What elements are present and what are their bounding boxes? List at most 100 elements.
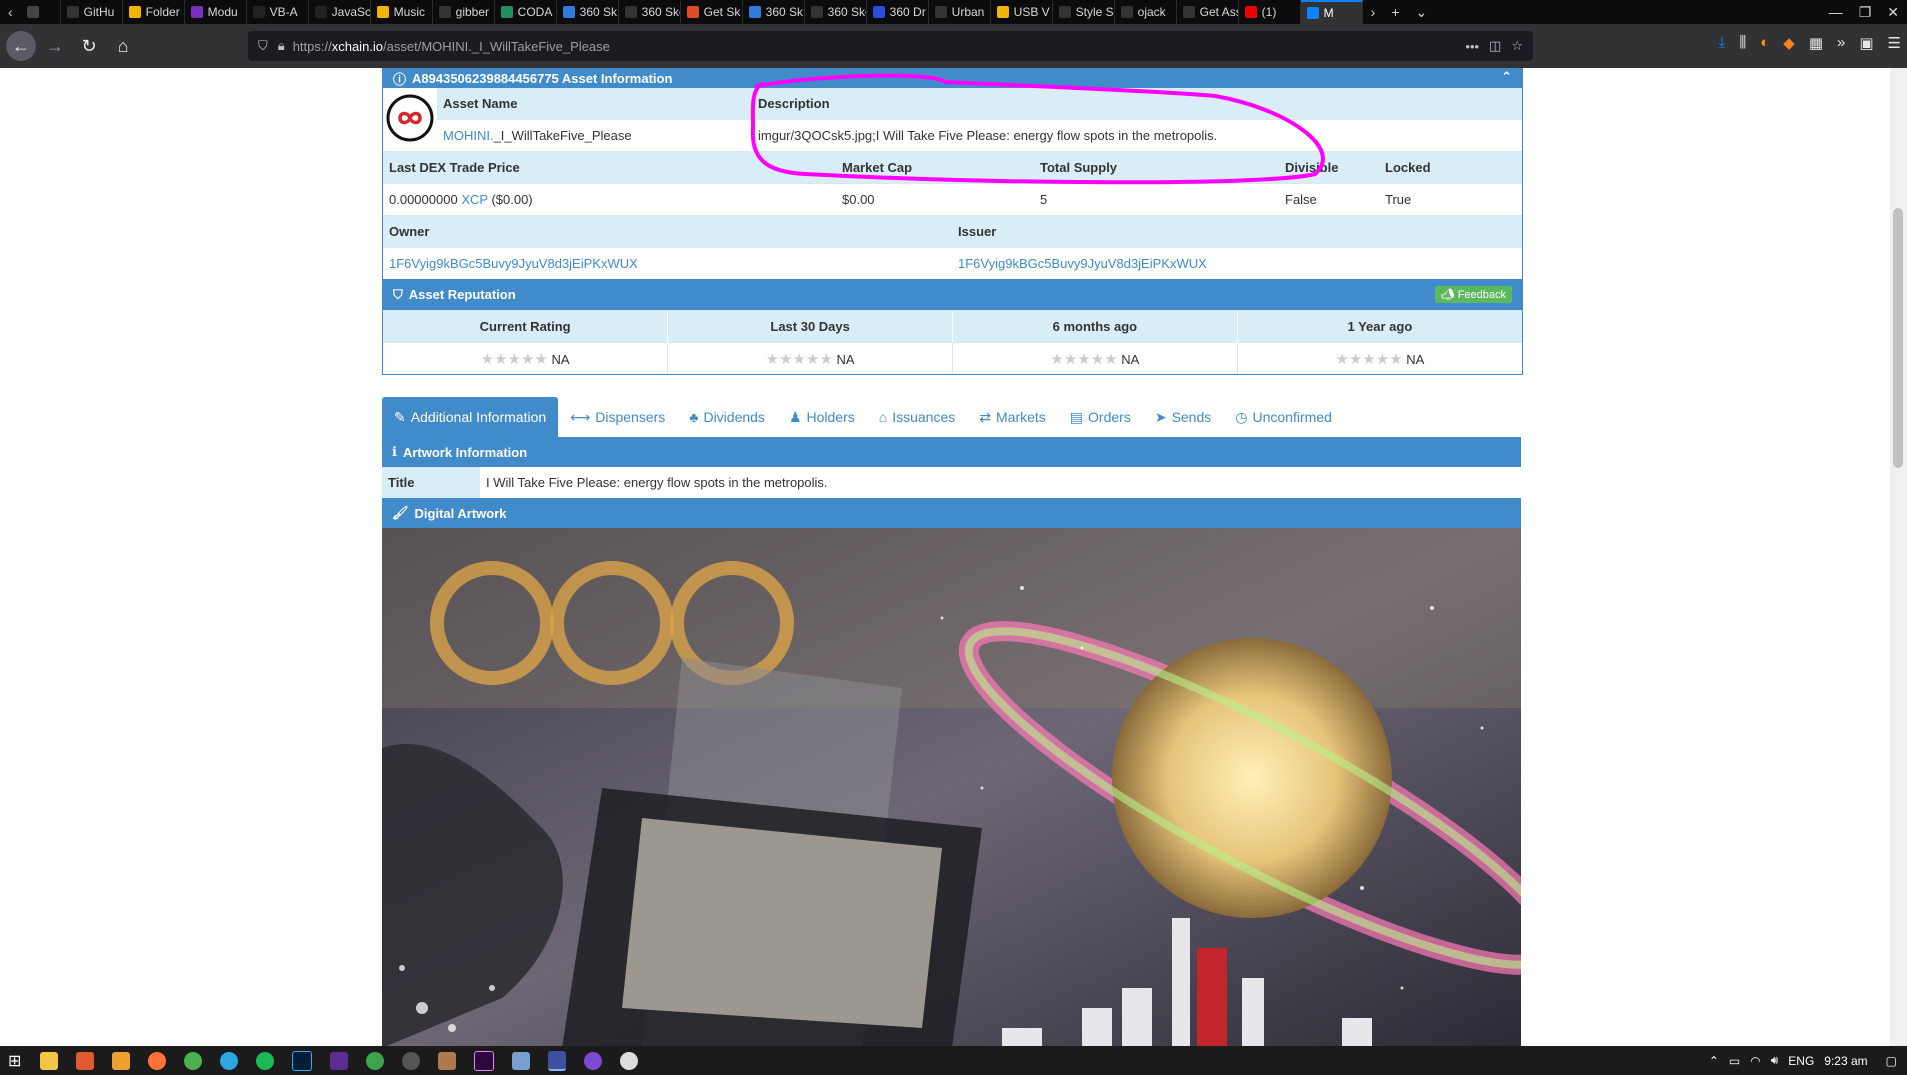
tab-label: (1)	[1261, 5, 1277, 19]
browser-tab[interactable]: 360 Sk	[557, 0, 619, 24]
browser-tab[interactable]: Get Sk	[681, 0, 743, 24]
browser-tab[interactable]: Modu	[185, 0, 247, 24]
chrome-icon[interactable]	[184, 1051, 203, 1070]
battery-icon[interactable]: ▭	[1729, 1054, 1740, 1068]
asset-parent-link[interactable]: MOHINI.	[443, 128, 494, 143]
asset-info-title: A8943506239884456775 Asset Information	[412, 70, 673, 86]
browser-tab[interactable]: CODA	[495, 0, 557, 24]
tab-dividends[interactable]: ♣ Dividends	[677, 397, 777, 437]
forward-icon[interactable]: →	[40, 31, 70, 61]
tab-additional-information[interactable]: ✎ Additional Information	[382, 397, 559, 437]
browser-tab[interactable]: Folder	[123, 0, 185, 24]
file-explorer-icon[interactable]	[40, 1051, 59, 1070]
language-indicator[interactable]: ENG	[1788, 1054, 1814, 1068]
app-icon-1[interactable]	[76, 1051, 95, 1070]
browser-tab[interactable]: Urban	[929, 0, 991, 24]
browser-tab[interactable]	[21, 0, 61, 24]
browser-tab[interactable]: (1)	[1239, 0, 1301, 24]
browser-tab[interactable]: USB V	[991, 0, 1053, 24]
app-icon-3[interactable]	[366, 1051, 385, 1070]
tab-issuances[interactable]: ⌂ Issuances	[867, 397, 968, 437]
issuer-address-link[interactable]: 1F6Vyig9kBGc5Buvy9JyuV8d3jEiPKxWUX	[958, 256, 1207, 271]
browser-tab[interactable]: ojack	[1115, 0, 1177, 24]
telegram-icon[interactable]	[220, 1051, 239, 1070]
browser-tab[interactable]: gibber	[433, 0, 495, 24]
tab-markets[interactable]: ⇄ Markets	[967, 397, 1058, 437]
tab-holders[interactable]: ♟ Holders	[777, 397, 867, 437]
bookmark-star-icon[interactable]: ☆	[1511, 38, 1523, 54]
download-icon[interactable]: ⤓	[1719, 34, 1726, 52]
library-icon[interactable]: ⫼	[1739, 34, 1746, 52]
extensions-icon[interactable]: ▣	[1859, 34, 1873, 52]
reload-icon[interactable]: ↻	[74, 31, 104, 61]
browser-tab[interactable]: 360 Sk	[743, 0, 805, 24]
app-icon-7[interactable]	[548, 1050, 567, 1071]
url-text[interactable]: https://xchain.io/asset/MOHINI._I_WillTa…	[293, 39, 610, 54]
windows-start-icon[interactable]: ⊞	[8, 1051, 21, 1071]
tab-favicon-icon	[1120, 6, 1133, 18]
wifi-icon[interactable]: ◠	[1750, 1054, 1760, 1068]
browser-tab[interactable]: VB-A	[247, 0, 309, 24]
notifications-icon[interactable]: ▢	[1886, 1054, 1897, 1068]
home-icon[interactable]: ⌂	[108, 31, 138, 61]
visual-studio-icon[interactable]	[330, 1051, 349, 1070]
rating-stars-icon: ★★★★★	[1050, 350, 1118, 368]
overflow-icon[interactable]: »	[1837, 34, 1845, 52]
browser-tab[interactable]: Style Selfie	[1053, 0, 1115, 24]
menu-icon[interactable]: ☰	[1888, 34, 1901, 52]
app-icon-6[interactable]	[512, 1051, 531, 1070]
list-tabs-icon[interactable]: ⌄	[1408, 4, 1436, 21]
page-scrollbar[interactable]	[1890, 68, 1907, 1046]
photoshop-icon[interactable]	[292, 1050, 313, 1071]
app-icon-9[interactable]	[620, 1051, 639, 1070]
tab-scroll-right-icon[interactable]: ›	[1363, 4, 1384, 20]
tab-dispensers[interactable]: ⟷ Dispensers	[558, 397, 677, 437]
firefox-icon[interactable]	[148, 1051, 167, 1070]
browser-tab[interactable]: 360 Sketch	[805, 0, 867, 24]
tab-sends[interactable]: ➤ Sends	[1143, 397, 1223, 437]
browser-tab[interactable]: JavaSc	[309, 0, 371, 24]
spotify-icon[interactable]	[256, 1051, 275, 1070]
tab-orders[interactable]: ▤ Orders	[1058, 397, 1143, 437]
metamask-icon[interactable]: ◆	[1783, 34, 1795, 52]
tab-scroll-left-icon[interactable]: ‹	[0, 4, 21, 20]
pocket-icon[interactable]: ◫	[1489, 38, 1501, 54]
premiere-icon[interactable]	[474, 1050, 495, 1071]
browser-tab[interactable]: M	[1300, 0, 1363, 24]
scrollbar-thumb[interactable]	[1893, 208, 1903, 468]
tray-chevron-icon[interactable]: ⌃	[1709, 1054, 1719, 1068]
grid-extension-icon[interactable]: ▦	[1809, 34, 1823, 52]
app-icon-8[interactable]	[584, 1051, 603, 1070]
browser-tab[interactable]: 360 Sketch	[619, 0, 681, 24]
tab-label: JavaSc	[331, 5, 371, 19]
new-tab-icon[interactable]: +	[1383, 4, 1407, 20]
tab-unconfirmed[interactable]: ◷ Unconfirmed	[1223, 397, 1344, 437]
shield-icon[interactable]: ⛉	[258, 38, 268, 54]
volume-icon[interactable]: 🔊︎	[1771, 1053, 1779, 1068]
app-icon-5[interactable]	[438, 1051, 457, 1070]
reputation-value-cell: ★★★★★ NA	[383, 342, 668, 374]
lock-icon[interactable]: 🔒︎	[278, 38, 285, 54]
xcp-link[interactable]: XCP	[461, 192, 488, 207]
owner-address-link[interactable]: 1F6Vyig9kBGc5Buvy9JyuV8d3jEiPKxWUX	[389, 256, 638, 271]
browser-tab[interactable]: GitHu	[61, 0, 123, 24]
artwork-image[interactable]	[382, 528, 1521, 1046]
tab-favicon-icon	[66, 6, 79, 18]
feedback-button[interactable]: 📣︎ Feedback	[1434, 286, 1512, 303]
app-icon-2[interactable]	[112, 1051, 131, 1070]
price-value: 0.00000000	[389, 192, 458, 207]
extension-icon[interactable]: ◐	[1760, 34, 1769, 52]
collapse-chevron-icon[interactable]: ⌃	[1501, 69, 1512, 85]
minimize-icon[interactable]: —	[1821, 4, 1851, 20]
back-icon[interactable]: ←	[6, 31, 36, 61]
browser-tab[interactable]: 360 Dr	[867, 0, 929, 24]
tab-label: Markets	[996, 409, 1046, 425]
url-bar[interactable]: ⛉ 🔒︎ https://xchain.io/asset/MOHINI._I_W…	[248, 31, 1533, 61]
app-icon-4[interactable]	[402, 1051, 421, 1070]
restore-icon[interactable]: ❐	[1851, 4, 1880, 21]
clock[interactable]: 9:23 am	[1824, 1054, 1867, 1068]
page-actions-icon[interactable]: •••	[1465, 39, 1479, 54]
browser-tab[interactable]: Music	[371, 0, 433, 24]
close-window-icon[interactable]: ✕	[1879, 4, 1907, 21]
browser-tab[interactable]: Get Asset	[1177, 0, 1239, 24]
